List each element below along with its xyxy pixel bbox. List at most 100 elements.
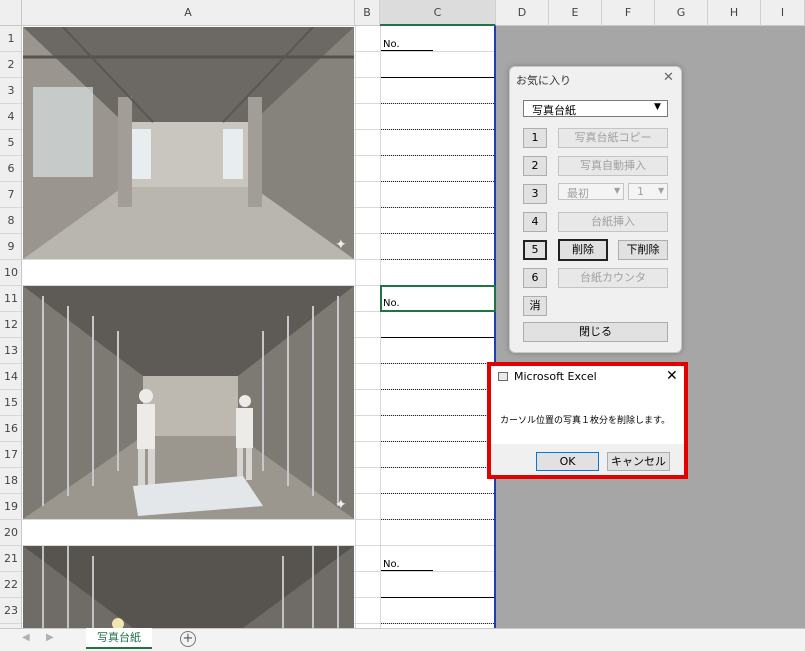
delete-below-button[interactable]: 下削除 <box>618 240 668 260</box>
row-header-6[interactable]: 6 <box>0 156 22 182</box>
no-label-1: No. <box>383 39 400 50</box>
row-header-22[interactable]: 22 <box>0 572 22 598</box>
svg-text:✦: ✦ <box>335 497 347 513</box>
number-button-5[interactable]: 5 <box>523 240 547 260</box>
add-sheet-icon[interactable]: + <box>180 631 196 647</box>
row-header-23[interactable]: 23 <box>0 598 22 624</box>
photo-1[interactable]: ✦ <box>23 27 354 259</box>
column-header-b[interactable]: B <box>355 0 380 26</box>
memo-rule-line <box>381 441 494 442</box>
sheet-dropdown[interactable]: 写真台紙 ▼ <box>523 100 668 117</box>
memo-rule-line <box>381 103 494 104</box>
row-header-13[interactable]: 13 <box>0 338 22 364</box>
row-header-12[interactable]: 12 <box>0 312 22 338</box>
row-header-7[interactable]: 7 <box>0 182 22 208</box>
chevron-down-icon: ▼ <box>654 102 661 112</box>
column-header-a[interactable]: A <box>22 0 355 26</box>
clear-button[interactable]: 消 <box>523 296 547 316</box>
row-header-10[interactable]: 10 <box>0 260 22 286</box>
sheet-tab-photo-mount[interactable]: 写真台紙 <box>86 628 152 649</box>
chevron-down-icon: ▼ <box>658 186 665 195</box>
memo-rule-line <box>381 259 494 260</box>
row-header-4[interactable]: 4 <box>0 104 22 130</box>
number-button-3[interactable]: 3 <box>523 184 547 204</box>
memo-rule-line <box>381 129 494 130</box>
no-underline-1 <box>381 50 433 51</box>
mount-counter-button[interactable]: 台紙カウンタ <box>558 268 668 288</box>
first-select[interactable]: 最初 ▼ <box>558 183 624 200</box>
messagebox-buttonbar: OK キャンセル <box>491 444 684 475</box>
next-sheet-icon[interactable]: ▶ <box>46 632 54 643</box>
column-header-f[interactable]: F <box>602 0 655 26</box>
memo-rule-line <box>381 519 494 520</box>
auto-insert-button[interactable]: 写真自動挿入 <box>558 156 668 176</box>
messagebox-title: Microsoft Excel <box>514 370 597 383</box>
row-header-20[interactable]: 20 <box>0 520 22 546</box>
close-button[interactable]: 閉じる <box>523 322 668 342</box>
photo-2[interactable]: ✦ <box>23 286 354 519</box>
row-header-bar: 1 2 3 4 5 6 7 8 9 10 11 12 13 14 15 16 17 18 19 20 21 22 23 <box>0 26 22 628</box>
column-header-c[interactable]: C <box>380 0 496 26</box>
prev-sheet-icon[interactable]: ◀ <box>22 632 30 643</box>
number-button-4[interactable]: 4 <box>523 212 547 232</box>
column-header-d[interactable]: D <box>496 0 549 26</box>
row-header-11[interactable]: 11 <box>0 286 22 312</box>
messagebox-titlebar: Microsoft Excel ✕ <box>491 366 684 388</box>
first-select-value: 最初 <box>567 187 589 200</box>
column-header-bar: A B C D E F G H I <box>0 0 805 26</box>
memo-rule-line <box>381 415 494 416</box>
messagebox-body: カーソル位置の写真１枚分を削除します。 <box>491 388 684 444</box>
column-header-h[interactable]: H <box>708 0 761 26</box>
row-header-5[interactable]: 5 <box>0 130 22 156</box>
column-header-g[interactable]: G <box>655 0 708 26</box>
count-select[interactable]: 1 ▼ <box>628 183 668 200</box>
row-header-15[interactable]: 15 <box>0 390 22 416</box>
row-header-8[interactable]: 8 <box>0 208 22 234</box>
close-icon[interactable]: ✕ <box>663 70 674 85</box>
memo-rule-line <box>381 597 494 598</box>
number-button-1[interactable]: 1 <box>523 128 547 148</box>
sheet-dropdown-value: 写真台紙 <box>532 104 576 117</box>
row-header-1[interactable]: 1 <box>0 26 22 52</box>
memo-rule-line <box>381 389 494 390</box>
memo-rule-line <box>381 77 494 78</box>
favorites-dialog: お気に入り ✕ 写真台紙 ▼ 1 写真台紙コピー 2 写真自動挿入 3 最初 ▼… <box>509 66 682 353</box>
memo-rule-line <box>381 363 494 364</box>
row-header-14[interactable]: 14 <box>0 364 22 390</box>
copy-mount-button[interactable]: 写真台紙コピー <box>558 128 668 148</box>
row-header-2[interactable]: 2 <box>0 52 22 78</box>
number-button-6[interactable]: 6 <box>523 268 547 288</box>
number-button-2[interactable]: 2 <box>523 156 547 176</box>
memo-rule-line <box>381 467 494 468</box>
row-header-3[interactable]: 3 <box>0 78 22 104</box>
no-label-3: No. <box>383 559 400 570</box>
no-underline-3 <box>381 570 433 571</box>
active-cell-c11[interactable] <box>380 285 496 312</box>
column-header-i[interactable]: I <box>761 0 805 26</box>
memo-rule-line <box>381 623 494 624</box>
gridline-c <box>380 26 381 628</box>
insert-mount-button[interactable]: 台紙挿入 <box>558 212 668 232</box>
ok-button[interactable]: OK <box>536 452 599 471</box>
select-all-corner[interactable] <box>0 0 22 26</box>
row-header-19[interactable]: 19 <box>0 494 22 520</box>
memo-rule-line <box>381 181 494 182</box>
confirm-messagebox: Microsoft Excel ✕ カーソル位置の写真１枚分を削除します。 OK… <box>487 362 688 479</box>
photo-3[interactable] <box>23 546 354 628</box>
gridline-b <box>355 26 356 628</box>
svg-text:✦: ✦ <box>335 237 347 253</box>
row-header-18[interactable]: 18 <box>0 468 22 494</box>
column-header-e[interactable]: E <box>549 0 602 26</box>
row-header-21[interactable]: 21 <box>0 546 22 572</box>
row-header-17[interactable]: 17 <box>0 442 22 468</box>
count-select-value: 1 <box>637 185 644 198</box>
chevron-down-icon: ▼ <box>614 186 621 195</box>
row-header-16[interactable]: 16 <box>0 416 22 442</box>
memo-rule-line <box>381 207 494 208</box>
memo-rule-line <box>381 337 494 338</box>
close-icon[interactable]: ✕ <box>666 368 678 384</box>
row-header-9[interactable]: 9 <box>0 234 22 260</box>
delete-button[interactable]: 削除 <box>558 239 608 261</box>
memo-rule-line <box>381 233 494 234</box>
cancel-button[interactable]: キャンセル <box>607 452 670 471</box>
